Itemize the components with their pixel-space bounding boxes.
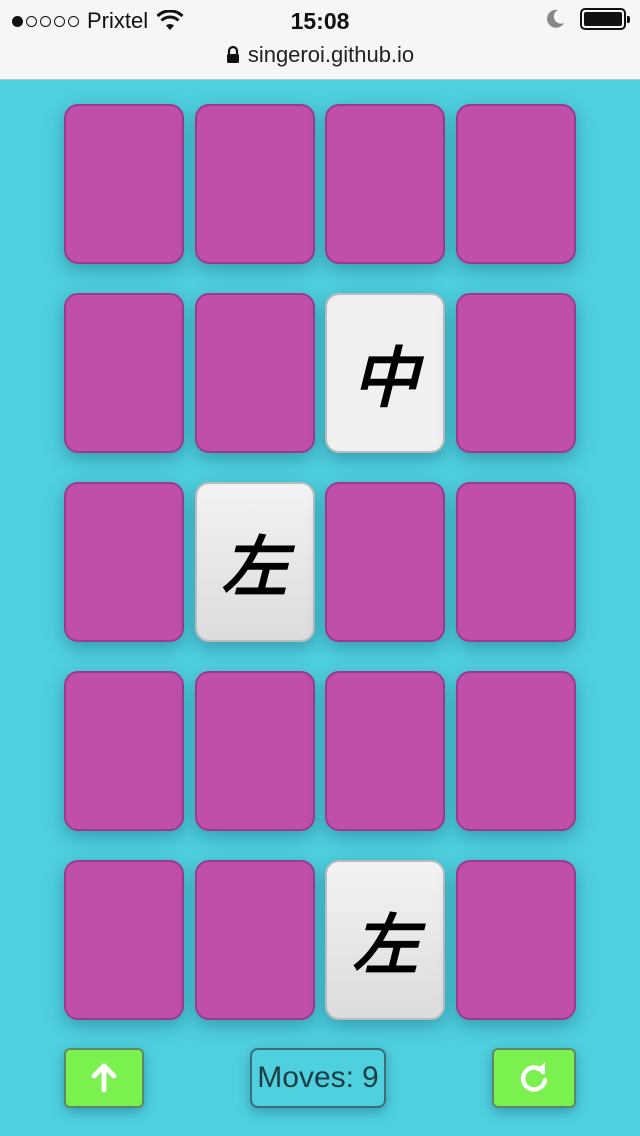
battery-icon xyxy=(580,8,630,30)
restart-button[interactable] xyxy=(492,1048,576,1108)
arrow-up-icon xyxy=(91,1063,117,1093)
card-face-down[interactable] xyxy=(456,860,576,1020)
moves-value: 9 xyxy=(362,1061,379,1094)
card-face-down[interactable] xyxy=(64,482,184,642)
reload-icon xyxy=(520,1062,548,1092)
status-icons xyxy=(544,8,630,30)
card-face-down[interactable] xyxy=(456,293,576,453)
card-face-up[interactable]: 左 xyxy=(194,482,315,642)
card-face-down[interactable] xyxy=(325,671,446,831)
moves-label: Moves: xyxy=(257,1061,354,1094)
card-face-down[interactable] xyxy=(194,293,315,453)
card-face-down[interactable] xyxy=(456,671,576,831)
card-face-down[interactable] xyxy=(64,104,184,264)
card-face-down[interactable] xyxy=(194,671,315,831)
card-face-down[interactable] xyxy=(194,104,315,264)
address-bar[interactable]: singeroi.github.io xyxy=(0,40,640,70)
card-face-down[interactable] xyxy=(325,104,446,264)
card-face-down[interactable] xyxy=(64,293,184,453)
scroll-up-button[interactable] xyxy=(64,1048,144,1108)
card-glyph: 中 xyxy=(352,340,419,417)
card-face-down[interactable] xyxy=(64,860,184,1020)
card-face-down[interactable] xyxy=(456,104,576,264)
page-url: singeroi.github.io xyxy=(247,42,415,67)
memory-card-grid: 中左左 xyxy=(64,104,576,1020)
lock-icon xyxy=(226,46,239,63)
card-glyph: 左 xyxy=(352,907,419,984)
browser-status-bar: Prixtel 15:08 singeroi.github.io xyxy=(0,0,640,80)
card-face-up[interactable]: 左 xyxy=(325,860,446,1020)
moon-icon xyxy=(547,9,564,28)
card-glyph: 左 xyxy=(221,529,288,606)
card-face-down[interactable] xyxy=(456,482,576,642)
card-face-down[interactable] xyxy=(64,671,184,831)
card-face-down[interactable] xyxy=(194,860,315,1020)
card-face-up[interactable]: 中 xyxy=(325,293,446,453)
card-face-down[interactable] xyxy=(325,482,446,642)
moves-counter: Moves: 9 xyxy=(250,1048,386,1108)
